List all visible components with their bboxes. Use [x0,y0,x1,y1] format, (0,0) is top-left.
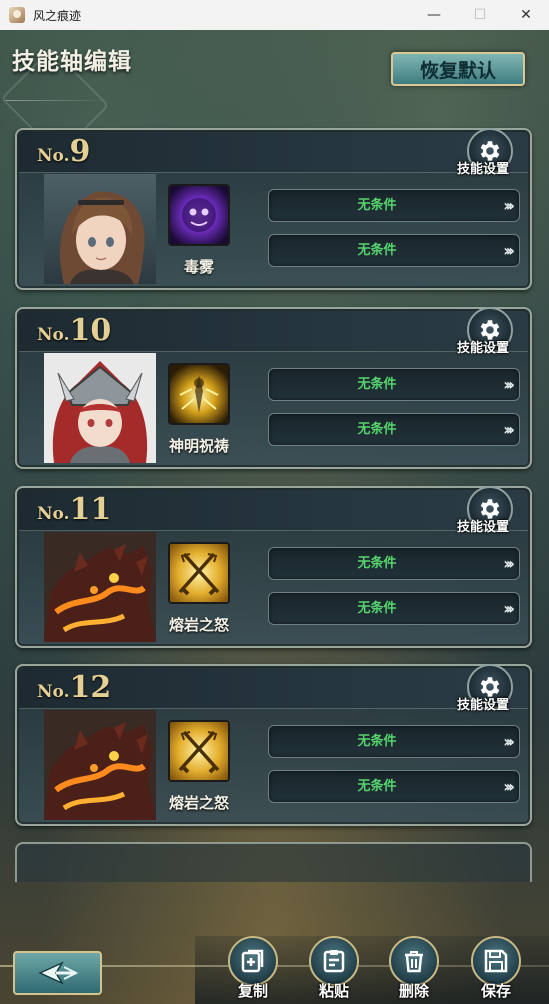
close-button[interactable]: ✕ [503,0,549,30]
paste-button-circle [309,936,359,986]
paste-label: 粘贴 [318,982,349,1000]
condition-text: 无条件 [357,243,397,258]
skill-card: No.9 技能设置 毒雾 无条件 ››› 无条件 ››› [15,128,532,290]
monster-portrait [44,532,156,642]
triple-chevron-icon: ››› [503,196,515,215]
triple-chevron-icon: ››› [503,375,515,394]
card-number-prefix: No. [37,146,70,166]
skill-card: No.10 技能设置 神明祝祷 无条件 ››› 无条件 ››› [15,307,532,469]
triple-chevron-icon: ››› [503,554,515,573]
condition-slot[interactable]: 无条件 ››› [268,592,520,625]
minimize-button[interactable]: — [411,0,457,30]
card-number-value: 10 [69,313,112,348]
skill-settings-label: 技能设置 [457,162,510,177]
triple-chevron-icon: ››› [503,732,515,751]
skill-card-partial [15,842,532,882]
card-number-value: 11 [69,492,112,527]
trash-icon [405,951,423,973]
condition-text: 无条件 [357,422,397,437]
triple-chevron-icon: ››› [503,420,515,439]
page-title: 技能轴编辑 [12,49,132,75]
triple-chevron-icon: ››› [503,777,515,796]
condition-text: 无条件 [357,198,397,213]
game-screen: 技能轴编辑 恢复默认 No.9 技能设置 毒雾 无条件 ››› 无条件 ››› … [0,30,549,1004]
app-icon [9,7,25,23]
skill-icon[interactable] [168,542,230,604]
back-arrow-icon [37,961,78,985]
card-number-prefix: No. [37,682,70,702]
poison-fog-icon [170,186,228,244]
copy-button[interactable]: 复制 [225,936,285,1002]
condition-text: 无条件 [357,601,397,616]
condition-slot[interactable]: 无条件 ››› [268,368,520,401]
skill-settings-label: 技能设置 [457,520,510,535]
skill-name: 毒雾 [183,258,214,276]
crossed-swords-icon [170,544,228,602]
delete-button[interactable]: 删除 [386,936,446,1002]
condition-text: 无条件 [357,779,397,794]
condition-slot[interactable]: 无条件 ››› [268,413,520,446]
condition-slot[interactable]: 无条件 ››› [268,770,520,803]
skill-card: No.11 技能设置 熔岩之怒 无条件 ››› 无条件 ››› [15,486,532,648]
crossed-swords-icon [170,722,228,780]
triple-chevron-icon: ››› [503,599,515,618]
triple-chevron-icon: ››› [503,241,515,260]
card-number-value: 9 [69,134,91,169]
card-number-prefix: No. [37,325,70,345]
skill-name: 神明祝祷 [168,437,229,455]
character-portrait [44,174,156,284]
save-label: 保存 [480,982,511,1000]
save-button-circle [471,936,521,986]
card-header [19,132,528,173]
card-number-value: 12 [69,670,112,705]
save-button[interactable]: 保存 [468,936,528,1002]
skill-icon[interactable] [168,363,230,425]
card-number: No.12 [37,670,111,705]
window-titlebar: 风之痕迹 — ☐ ✕ [0,0,549,31]
paste-icon [323,950,345,973]
back-button[interactable] [13,951,102,995]
skill-name: 熔岩之怒 [168,616,229,634]
header-divider [6,100,106,101]
skill-settings-label: 技能设置 [457,341,510,356]
condition-slot[interactable]: 无条件 ››› [268,725,520,758]
condition-text: 无条件 [357,377,397,392]
card-number: No.9 [37,134,90,169]
reset-default-button[interactable]: 恢复默认 [391,52,525,86]
monster-portrait [44,710,156,820]
save-icon [484,949,508,973]
skill-settings-label: 技能设置 [457,698,510,713]
delete-label: 删除 [398,982,429,1000]
condition-slot[interactable]: 无条件 ››› [268,234,520,267]
maximize-button[interactable]: ☐ [457,0,503,30]
copy-button-circle [228,936,278,986]
skill-icon[interactable] [168,720,230,782]
condition-slot[interactable]: 无条件 ››› [268,547,520,580]
condition-slot[interactable]: 无条件 ››› [268,189,520,222]
card-number: No.11 [37,492,111,527]
skill-card: No.12 技能设置 熔岩之怒 无条件 ››› 无条件 ››› [15,664,532,826]
skill-name: 熔岩之怒 [168,794,229,812]
skill-icon[interactable] [168,184,230,246]
card-number: No.10 [37,313,111,348]
copy-label: 复制 [237,982,268,1000]
condition-text: 无条件 [357,556,397,571]
card-number-prefix: No. [37,504,70,524]
character-portrait [44,353,156,463]
paste-button[interactable]: 粘贴 [306,936,366,1002]
condition-text: 无条件 [357,734,397,749]
copy-icon [241,949,264,973]
window-title: 风之痕迹 [33,8,82,23]
divine-prayer-icon [170,365,228,423]
delete-button-circle [389,936,439,986]
